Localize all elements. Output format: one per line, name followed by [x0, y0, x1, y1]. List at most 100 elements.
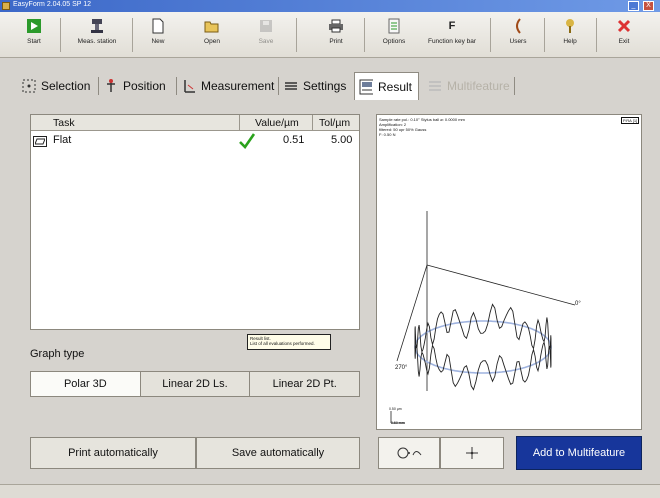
save-button[interactable]: Save — [248, 16, 284, 54]
tab-result[interactable]: Result — [354, 72, 420, 100]
measurement-icon — [184, 80, 195, 93]
profile-trace — [414, 303, 552, 391]
axis-0-label: 0° — [575, 301, 581, 307]
add-to-multifeature-button[interactable]: Add to Multifeature — [516, 436, 642, 470]
print-automatically-button[interactable]: Print automatically — [30, 437, 196, 469]
tab-selection-label: Selection — [41, 79, 91, 93]
toolbar-divider — [596, 18, 597, 52]
minimize-button[interactable]: _ — [628, 1, 639, 11]
column-divider — [312, 115, 313, 131]
new-button[interactable]: New — [140, 16, 176, 54]
tab-selection[interactable]: Selection — [22, 74, 90, 98]
main-toolbar: Start Meas. station New Open Save Print … — [0, 12, 660, 58]
options-label: Options — [382, 38, 406, 45]
task-tolerance: 5.00 — [331, 134, 353, 146]
open-label: Open — [204, 38, 220, 45]
toolbar-divider — [544, 18, 545, 52]
save-automatically-button[interactable]: Save automatically — [196, 437, 360, 469]
column-header-tol[interactable]: Tol/µm — [319, 117, 350, 129]
tab-measurement-label: Measurement — [201, 79, 275, 93]
tab-bar: Selection Position Measurement Settings … — [0, 66, 660, 102]
exit-button[interactable]: Exit — [606, 16, 642, 54]
result-icon — [359, 79, 373, 94]
print-button[interactable]: Print — [318, 16, 354, 54]
task-name: Flat — [53, 134, 72, 146]
toolbar-divider — [60, 18, 61, 52]
column-header-task[interactable]: Task — [53, 117, 75, 129]
graph-type-selector: Polar 3D Linear 2D Ls. Linear 2D Pt. — [30, 371, 360, 397]
polar-graph-view[interactable]: Sample rate pol.: 0.10° Stylus ball ø: 0… — [376, 114, 642, 430]
tab-position-label: Position — [123, 79, 166, 93]
function-key-bar-label: Function key bar — [427, 38, 477, 45]
tab-measurement[interactable]: Measurement — [182, 74, 274, 98]
toolbar-divider — [296, 18, 297, 52]
help-icon — [566, 19, 574, 33]
app-icon — [2, 2, 10, 10]
crosshair-icon — [466, 447, 478, 459]
printer-icon — [329, 19, 343, 33]
function-key-icon: F — [448, 20, 456, 32]
new-label: New — [151, 38, 165, 45]
exit-label: Exit — [618, 38, 630, 45]
column-header-value[interactable]: Value/µm — [255, 117, 299, 129]
center-view-button[interactable] — [440, 437, 504, 469]
tab-multifeature[interactable]: Multifeature — [428, 74, 510, 98]
graph-type-linear-2d-pt[interactable]: Linear 2D Pt. — [250, 372, 360, 396]
window-title: EasyForm 2.04.05 SP 12 — [13, 1, 92, 8]
function-key-bar-button[interactable]: F Function key bar — [422, 16, 482, 54]
task-value: 0.51 — [283, 134, 305, 146]
scale-x-label: 0.50 mm — [391, 421, 405, 425]
toolbar-divider — [490, 18, 491, 52]
scale-z-label: 0.50 µm — [389, 407, 402, 411]
toolbar-divider — [132, 18, 133, 52]
open-folder-icon — [204, 21, 219, 33]
view-toggle-button[interactable] — [378, 437, 440, 469]
meas-station-button[interactable]: Meas. station — [68, 16, 126, 54]
view-mode-icon — [397, 447, 422, 459]
options-icon — [388, 18, 400, 34]
options-button[interactable]: Options — [376, 16, 412, 54]
play-icon — [27, 19, 41, 33]
open-button[interactable]: Open — [194, 16, 230, 54]
column-divider — [239, 115, 240, 131]
toolbar-divider — [364, 18, 365, 52]
status-bar — [0, 484, 660, 498]
axis-270 — [396, 264, 428, 362]
tooltip-description: List of all evaluations performed. — [250, 341, 315, 346]
tab-multifeature-label: Multifeature — [447, 79, 510, 93]
users-icon — [516, 18, 521, 34]
tab-result-label: Result — [378, 79, 413, 94]
table-row[interactable]: Flat 0.51 5.00 — [31, 132, 359, 150]
axis-0 — [426, 264, 576, 306]
multifeature-icon — [429, 81, 441, 91]
users-button[interactable]: Users — [500, 16, 536, 54]
flatness-icon — [33, 136, 47, 147]
graph-type-polar-3d[interactable]: Polar 3D — [31, 372, 141, 396]
print-label: Print — [329, 38, 343, 45]
checkmark-icon — [239, 133, 255, 149]
tab-position[interactable]: Position — [104, 74, 166, 98]
settings-icon — [285, 82, 297, 90]
help-label: Help — [563, 38, 577, 45]
result-list-header: Task Value/µm Tol/µm — [31, 115, 359, 131]
new-document-icon — [152, 18, 164, 34]
polar-3d-plot — [390, 211, 576, 424]
plot-axes — [390, 211, 576, 424]
selection-icon — [22, 79, 36, 93]
meas-station-label: Meas. station — [77, 38, 117, 45]
tab-divider — [176, 77, 177, 95]
save-label: Save — [258, 38, 274, 45]
help-button[interactable]: Help — [552, 16, 588, 54]
machine-icon — [91, 19, 103, 33]
graph-type-linear-2d-ls[interactable]: Linear 2D Ls. — [140, 372, 251, 396]
position-icon — [107, 79, 115, 92]
tab-divider — [514, 77, 515, 95]
tab-divider — [98, 77, 99, 95]
tooltip: Result list. List of all evaluations per… — [247, 334, 331, 350]
tab-settings[interactable]: Settings — [284, 74, 346, 98]
start-button[interactable]: Start — [16, 16, 52, 54]
tab-settings-label: Settings — [303, 79, 347, 93]
close-button[interactable]: X — [643, 1, 654, 11]
tab-divider — [278, 77, 279, 95]
save-icon — [260, 20, 272, 32]
